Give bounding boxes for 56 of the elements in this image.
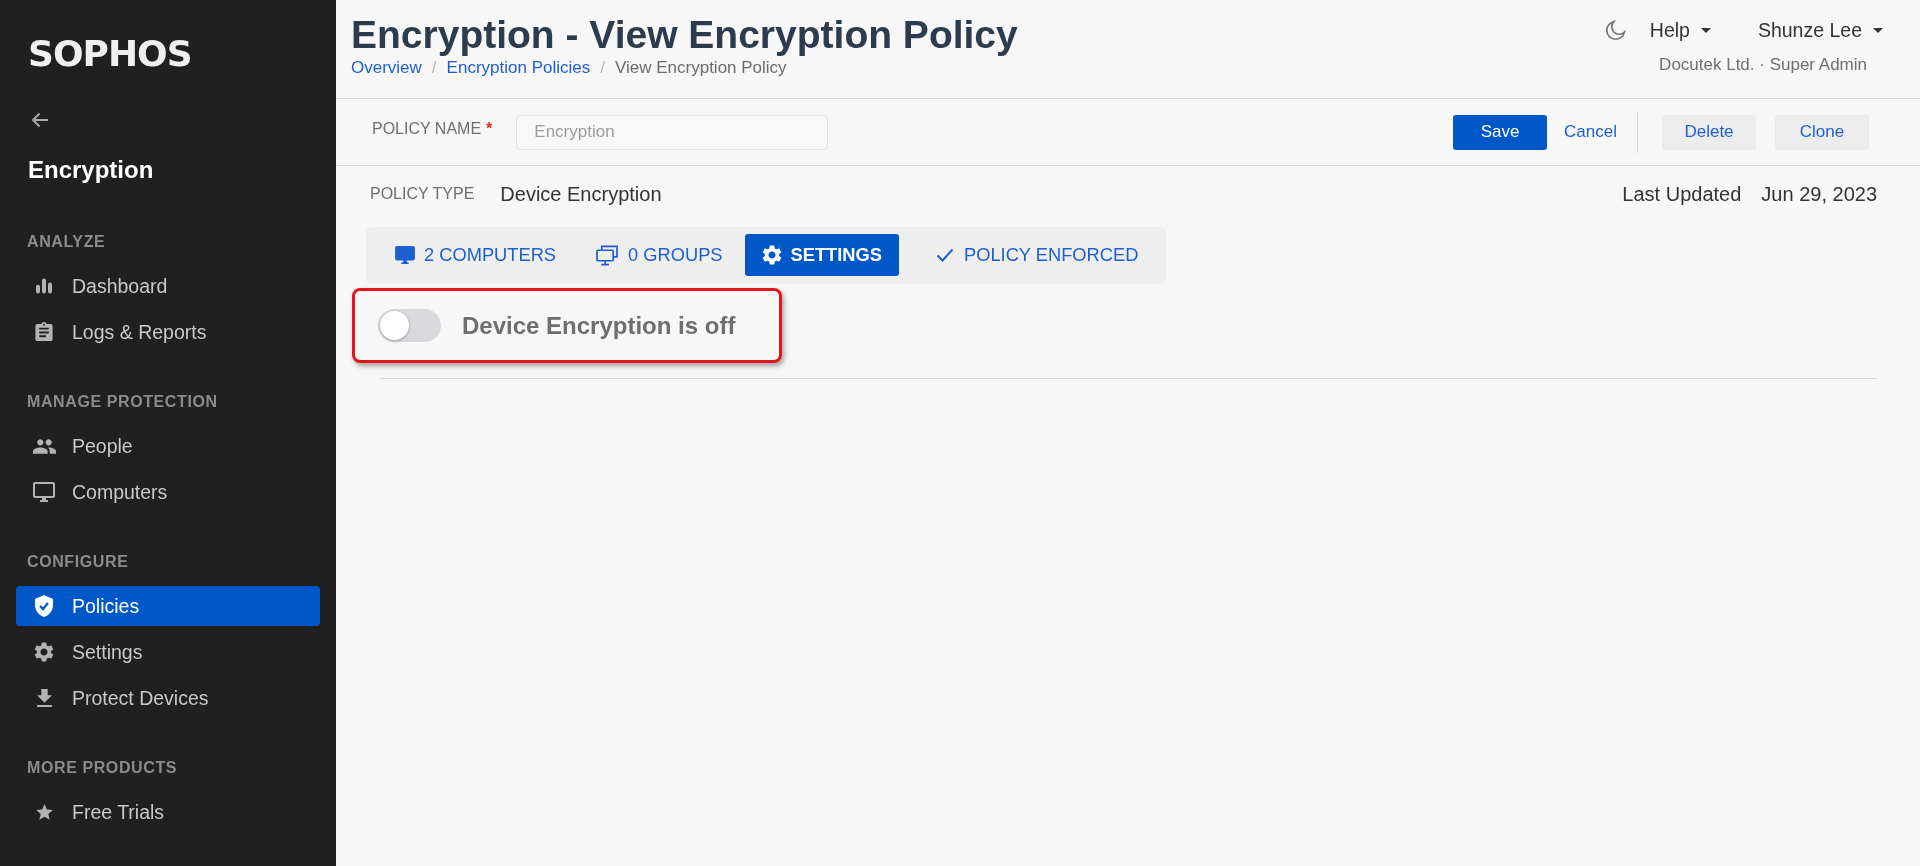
gear-icon	[761, 245, 782, 265]
breadcrumb-link[interactable]: Overview	[351, 57, 422, 79]
download-icon	[36, 689, 52, 707]
section-heading: CONFIGURE	[27, 552, 129, 572]
policy-type-value: Device Encryption	[500, 182, 662, 206]
section-heading: MANAGE PROTECTION	[27, 392, 218, 412]
toggle-label: Device Encryption is off	[462, 310, 736, 341]
caret-icon	[1873, 27, 1883, 33]
nav-item[interactable]: Protect Devices	[16, 678, 320, 718]
star-icon	[35, 804, 53, 820]
cancel-link[interactable]: Cancel	[1564, 122, 1617, 142]
nav-item[interactable]: Free Trials	[16, 792, 320, 832]
moon-icon[interactable]	[1604, 19, 1626, 41]
section-heading: ANALYZE	[27, 232, 106, 252]
clone-button[interactable]: Clone	[1775, 114, 1869, 150]
required-mark: *	[486, 119, 493, 139]
nav-item[interactable]: Policies	[16, 586, 320, 626]
account-info: Docutek Ltd. · Super Admin	[1659, 54, 1868, 76]
breadcrumb-separator: /	[431, 57, 437, 79]
user-menu[interactable]: Shunze Lee	[1757, 18, 1883, 42]
breadcrumb-current: View Encryption Policy	[614, 57, 787, 79]
nav-item[interactable]: Computers	[16, 472, 320, 512]
page-title: Encryption - View Encryption Policy	[351, 12, 1018, 58]
policy-type-label: POLICY TYPE	[370, 184, 475, 204]
caret-icon	[1700, 27, 1711, 33]
last-updated-value: Jun 29, 2023	[1761, 182, 1877, 206]
people-icon	[32, 438, 56, 454]
field-label: POLICY NAME	[372, 119, 482, 139]
monitor-icon	[395, 246, 415, 264]
last-updated-label: Last Updated	[1622, 182, 1742, 206]
tab[interactable]: 0 GROUPS	[578, 234, 740, 276]
monitors-icon	[595, 244, 620, 266]
nav-item[interactable]: Dashboard	[16, 266, 320, 306]
section-heading: MORE PRODUCTS	[27, 758, 178, 778]
bar-chart-icon	[36, 278, 52, 294]
tab[interactable]: 2 COMPUTERS	[378, 234, 574, 276]
save-button[interactable]: Save	[1453, 114, 1548, 150]
nav-item[interactable]: Settings	[16, 632, 320, 672]
sidebar-title: Encryption	[28, 155, 154, 185]
monitor-icon	[33, 482, 55, 502]
toggle-switch[interactable]	[378, 309, 441, 342]
policy-name-field[interactable]: Encryption	[516, 114, 829, 150]
nav-item[interactable]: Logs & Reports	[16, 312, 320, 352]
delete-button[interactable]: Delete	[1662, 114, 1756, 150]
help-menu[interactable]: Help	[1649, 18, 1711, 42]
policy-enforced-button[interactable]: POLICY ENFORCED	[918, 234, 1156, 276]
nav-item[interactable]: People	[16, 426, 320, 466]
shield-check-icon	[35, 595, 53, 617]
clipboard-icon	[35, 322, 53, 342]
brand-logo: SOPHOS	[28, 38, 192, 70]
check-icon	[935, 248, 954, 262]
gear-icon	[34, 642, 54, 662]
back-arrow-icon[interactable]	[31, 112, 49, 128]
breadcrumb-separator: /	[600, 57, 605, 79]
breadcrumb-link[interactable]: Encryption Policies	[446, 57, 591, 79]
tab[interactable]: SETTINGS	[744, 234, 899, 276]
